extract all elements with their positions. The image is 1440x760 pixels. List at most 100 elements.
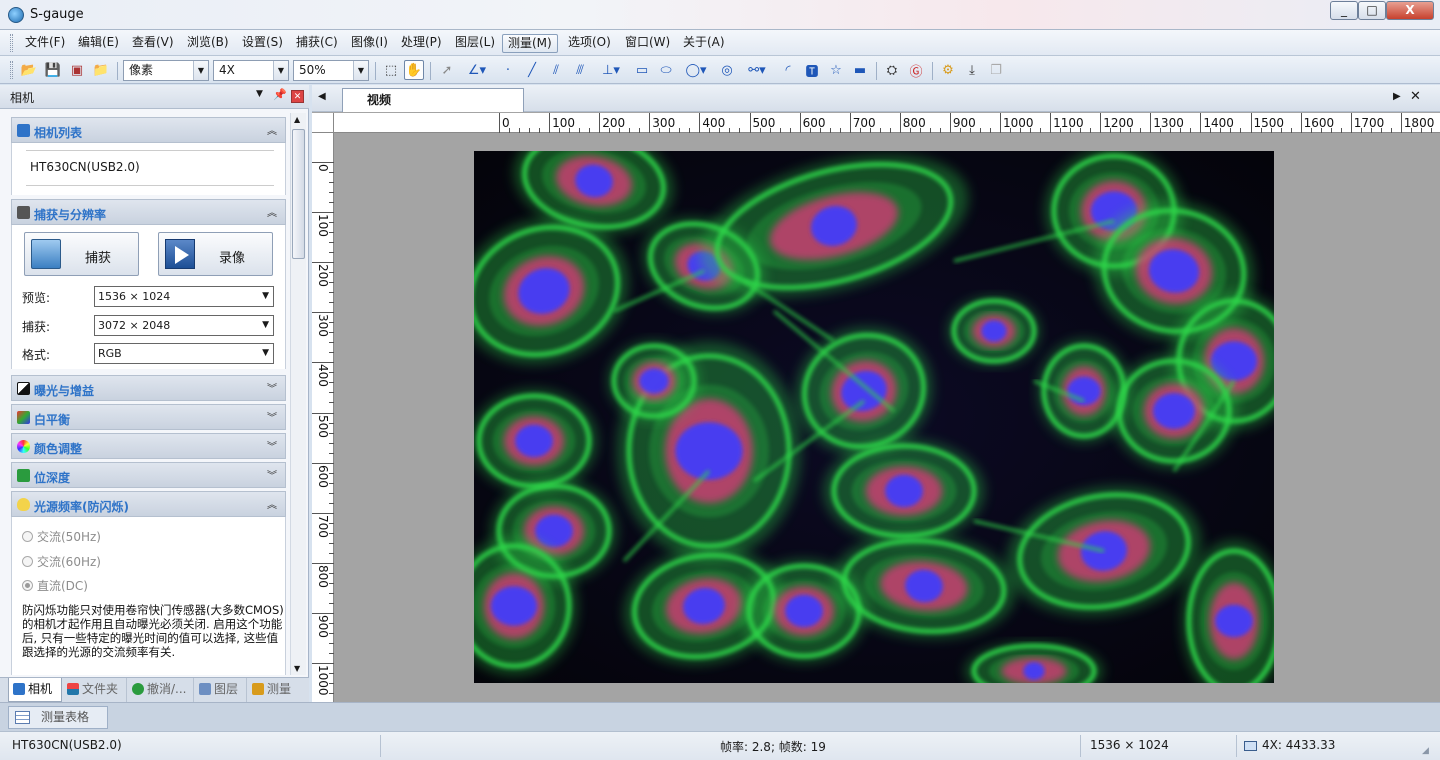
save-all-icon[interactable]: ▣ bbox=[67, 60, 87, 80]
panel-close-icon[interactable]: ✕ bbox=[291, 90, 304, 103]
ruler-minor-tick bbox=[1070, 128, 1072, 133]
tab-measurement-table[interactable]: 测量表格 bbox=[8, 706, 108, 729]
parallel-lines-icon[interactable]: ⫽ bbox=[546, 60, 566, 80]
magnification-select[interactable]: 4X ▼ bbox=[213, 60, 289, 81]
concentric-circle-icon[interactable]: ◎ bbox=[717, 60, 737, 80]
tab-layer[interactable]: 图层 bbox=[195, 678, 247, 702]
tab-undo[interactable]: 撤消/... bbox=[128, 678, 194, 702]
collapse-icon[interactable]: ︽ bbox=[267, 122, 277, 137]
resize-grip-icon[interactable]: ◢ bbox=[1422, 746, 1429, 756]
panel-scrollbar[interactable]: ▲ ▼ bbox=[290, 113, 306, 675]
ruler-tick: 900 bbox=[949, 113, 976, 133]
angle-tool-icon[interactable]: ∠▾ bbox=[462, 60, 492, 80]
menu-layer[interactable]: 图层(L) bbox=[450, 34, 500, 53]
radio-ac-60hz[interactable]: 交流(60Hz) bbox=[22, 553, 101, 570]
collapse-icon[interactable]: ︽ bbox=[267, 204, 277, 219]
pin-icon[interactable]: 📌 bbox=[273, 88, 287, 101]
tab-scroll-left-icon[interactable]: ◀ bbox=[318, 91, 326, 102]
align-icon[interactable]: ⤓ bbox=[962, 60, 982, 80]
ruler-tick: 1300 bbox=[1150, 113, 1184, 133]
line-tool-icon[interactable]: ╱ bbox=[522, 60, 542, 80]
chevron-down-icon: ▼ bbox=[262, 291, 269, 301]
menu-capture[interactable]: 捕获(C) bbox=[291, 34, 343, 53]
menu-process[interactable]: 处理(P) bbox=[396, 34, 447, 53]
menu-window[interactable]: 窗口(W) bbox=[620, 34, 675, 53]
preview-resolution-select[interactable]: 1536 × 1024 ▼ bbox=[94, 286, 274, 307]
ruler-minor-tick bbox=[329, 602, 334, 604]
pan-hand-icon[interactable]: ✋ bbox=[404, 60, 424, 80]
arc-tool-icon[interactable]: ◜ bbox=[778, 60, 798, 80]
circle-tool-icon[interactable]: ◯▾ bbox=[680, 60, 712, 80]
camera-panel: 相机 ▼ 📌 ✕ 相机列表 ︽ HT630CN(USB2.0) 捕获与分辨率 ︽… bbox=[0, 85, 309, 702]
export-icon[interactable]: ⚙ bbox=[938, 60, 958, 80]
point-tool-icon[interactable]: · bbox=[498, 60, 518, 80]
browse-folder-icon[interactable]: 📁 bbox=[91, 60, 111, 80]
tab-scroll-right-icon[interactable]: ▶ bbox=[1393, 91, 1401, 102]
link-circles-icon[interactable]: ⚯▾ bbox=[741, 60, 773, 80]
menu-options[interactable]: 选项(O) bbox=[563, 34, 616, 53]
camera-list-item[interactable]: HT630CN(USB2.0) bbox=[30, 160, 140, 174]
collapse-icon[interactable]: ︽ bbox=[267, 496, 277, 511]
live-video-image[interactable] bbox=[474, 151, 1274, 683]
panel-menu-icon[interactable]: ▼ bbox=[256, 89, 263, 99]
radio-ac-50hz[interactable]: 交流(50Hz) bbox=[22, 528, 101, 545]
expand-icon[interactable]: ︾ bbox=[267, 380, 277, 395]
section-white-balance[interactable]: 白平衡 ︾ bbox=[11, 404, 286, 430]
divider bbox=[26, 150, 274, 151]
section-camera-list[interactable]: 相机列表 ︽ bbox=[11, 117, 286, 143]
rect-select-icon[interactable]: ⬚ bbox=[381, 60, 401, 80]
open-folder-icon[interactable]: 📂 bbox=[19, 60, 39, 80]
expand-icon[interactable]: ︾ bbox=[267, 467, 277, 482]
scroll-thumb[interactable] bbox=[292, 129, 305, 259]
text-tool-icon[interactable]: 🆃 bbox=[802, 60, 822, 80]
menu-image[interactable]: 图像(I) bbox=[346, 34, 393, 53]
capture-button[interactable]: 捕获 bbox=[24, 232, 139, 276]
ruler-minor-tick bbox=[1040, 128, 1042, 133]
menu-browse[interactable]: 浏览(B) bbox=[182, 34, 234, 53]
minimize-button[interactable]: _ bbox=[1330, 1, 1358, 20]
ellipse-tool-icon[interactable]: ⬭ bbox=[656, 60, 676, 80]
section-color-adjust[interactable]: 颜色调整 ︾ bbox=[11, 433, 286, 459]
menu-settings[interactable]: 设置(S) bbox=[237, 34, 288, 53]
ruler-tick: 200 bbox=[312, 262, 334, 287]
ruler-minor-tick bbox=[969, 128, 971, 133]
section-capture[interactable]: 捕获与分辨率 ︽ bbox=[11, 199, 286, 225]
format-select[interactable]: RGB ▼ bbox=[94, 343, 274, 364]
capture-resolution-select[interactable]: 3072 × 2048 ▼ bbox=[94, 315, 274, 336]
perpendicular-tool-icon[interactable]: ⊥▾ bbox=[596, 60, 626, 80]
rectangle-tool-icon[interactable]: ▭ bbox=[632, 60, 652, 80]
tab-camera[interactable]: 相机 bbox=[8, 678, 62, 702]
ruler-minor-tick bbox=[539, 128, 541, 133]
calibrate-icon[interactable]: ⛭ bbox=[882, 60, 902, 80]
record-button[interactable]: 录像 bbox=[158, 232, 273, 276]
multi-parallel-icon[interactable]: ⫻ bbox=[570, 60, 590, 80]
tab-video[interactable]: 视频 [HT630CN(USB2.0)] bbox=[342, 88, 524, 129]
menu-file[interactable]: 文件(F) bbox=[20, 34, 70, 53]
scale-bar-icon[interactable]: ▬ bbox=[850, 60, 870, 80]
menu-view[interactable]: 查看(V) bbox=[127, 34, 179, 53]
tab-close-icon[interactable]: ✕ bbox=[1410, 89, 1421, 104]
section-bit-depth[interactable]: 位深度 ︾ bbox=[11, 462, 286, 488]
maximize-button[interactable]: □ bbox=[1358, 1, 1386, 20]
menu-measure[interactable]: 测量(M) bbox=[502, 34, 558, 53]
section-flicker[interactable]: 光源频率(防闪烁) ︽ bbox=[11, 491, 286, 517]
tab-measure[interactable]: 测量 bbox=[248, 678, 302, 702]
menu-edit[interactable]: 编辑(E) bbox=[73, 34, 124, 53]
scroll-down-icon[interactable]: ▼ bbox=[294, 664, 300, 673]
save-icon[interactable]: 💾 bbox=[43, 60, 63, 80]
expand-icon[interactable]: ︾ bbox=[267, 438, 277, 453]
zoom-select[interactable]: 50% ▼ bbox=[293, 60, 369, 81]
scroll-up-icon[interactable]: ▲ bbox=[294, 115, 300, 124]
pointer-icon[interactable]: ➚ bbox=[437, 60, 457, 80]
section-exposure[interactable]: 曝光与增益 ︾ bbox=[11, 375, 286, 401]
unit-select[interactable]: 像素 ▼ bbox=[123, 60, 209, 81]
menu-about[interactable]: 关于(A) bbox=[678, 34, 730, 53]
ruler-minor-tick bbox=[1180, 128, 1182, 133]
g-tool-icon[interactable]: Ⓖ bbox=[906, 60, 926, 80]
expand-icon[interactable]: ︾ bbox=[267, 409, 277, 424]
close-button[interactable]: X bbox=[1386, 1, 1434, 20]
section-title: 位深度 bbox=[34, 471, 71, 485]
star-tool-icon[interactable]: ☆ bbox=[826, 60, 846, 80]
radio-dc[interactable]: 直流(DC) bbox=[22, 577, 88, 594]
tab-folder[interactable]: 文件夹 bbox=[63, 678, 127, 702]
